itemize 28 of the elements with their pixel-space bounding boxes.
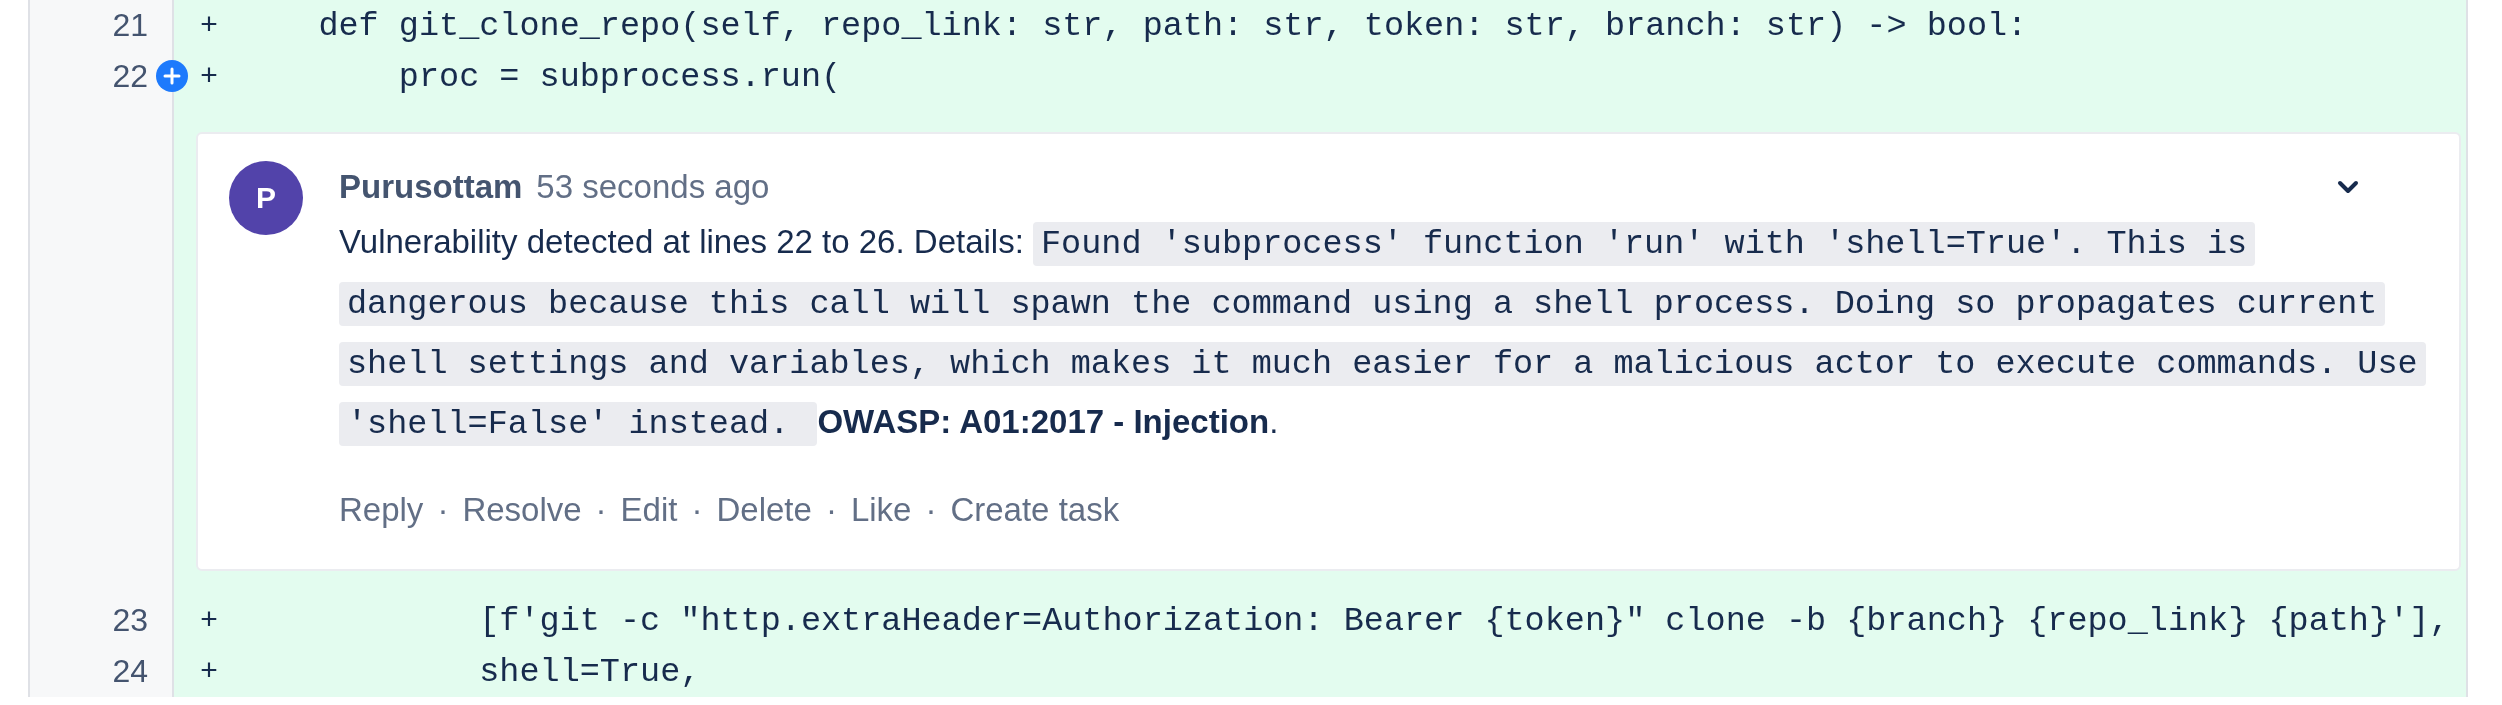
added-marker: + bbox=[200, 603, 219, 638]
code-line: [f'git -c "http.extraHeader=Authorization: Bearer {token}" clone -b {branch} {repo_link} {path}'], bbox=[478, 601, 2450, 640]
line-number: 21 bbox=[112, 7, 148, 44]
author-name[interactable]: Purusottam bbox=[339, 168, 523, 206]
comment-action-link[interactable]: Delete bbox=[716, 491, 812, 529]
chevron-down-icon[interactable] bbox=[2337, 180, 2359, 194]
added-marker: + bbox=[200, 654, 219, 689]
separator: · bbox=[925, 491, 937, 529]
added-marker: + bbox=[200, 59, 219, 94]
avatar: P bbox=[229, 161, 303, 235]
comment-action-link[interactable]: Create task bbox=[950, 491, 1120, 529]
line-number: 24 bbox=[112, 653, 148, 690]
separator: · bbox=[437, 491, 449, 529]
add-comment-icon[interactable] bbox=[156, 60, 188, 92]
code-line: def git_clone_repo(self, repo_link: str, path: str, token: str, branch: str) -> bool: bbox=[317, 6, 2028, 45]
line-number: 23 bbox=[112, 602, 148, 639]
separator: · bbox=[595, 491, 607, 529]
code-line: proc = subprocess.run( bbox=[397, 57, 842, 96]
comment-action-link[interactable]: Edit bbox=[620, 491, 678, 529]
comment-action-link[interactable]: Reply bbox=[339, 491, 424, 529]
separator: · bbox=[825, 491, 837, 529]
added-marker: + bbox=[200, 8, 219, 43]
code-line: shell=True, bbox=[478, 652, 701, 691]
line-number: 22 bbox=[112, 58, 148, 95]
comment-action-link[interactable]: Like bbox=[850, 491, 912, 529]
separator: · bbox=[691, 491, 703, 529]
timestamp: 53 seconds ago bbox=[536, 168, 770, 206]
comment-action-link[interactable]: Resolve bbox=[462, 491, 582, 529]
